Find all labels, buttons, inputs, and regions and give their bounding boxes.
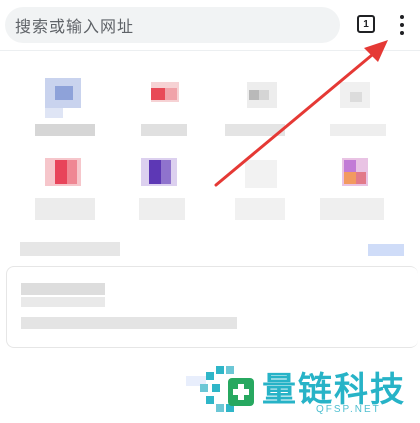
feed-card-snippet [21,317,237,329]
tab-switcher-button[interactable]: 1 [357,15,375,33]
shortcut-tile[interactable] [25,150,105,230]
shortcut-tile[interactable] [225,70,305,150]
shortcut-tile[interactable] [125,150,205,230]
feed-card-subtitle [21,297,105,307]
brand-domain: QFSP.NET [316,404,381,415]
search-input[interactable]: 搜索或输入网址 [5,7,340,43]
toolbar: 搜索或输入网址 1 [0,0,420,51]
brand-logo-icon [200,366,254,412]
shortcut-tile[interactable] [125,70,205,150]
feed-header-action[interactable] [368,244,404,256]
shortcut-tile[interactable] [225,150,305,230]
feed-header [20,242,120,256]
vertical-dots-icon[interactable] [395,14,409,36]
shortcut-tile[interactable] [320,150,400,230]
feed-card-title [21,283,105,295]
shortcut-tile[interactable] [25,70,105,150]
shortcut-tile[interactable] [320,70,400,150]
feed-card[interactable] [6,266,418,348]
browser-new-tab-page: 搜索或输入网址 1 量链科技 QFSP.NET [0,0,420,423]
